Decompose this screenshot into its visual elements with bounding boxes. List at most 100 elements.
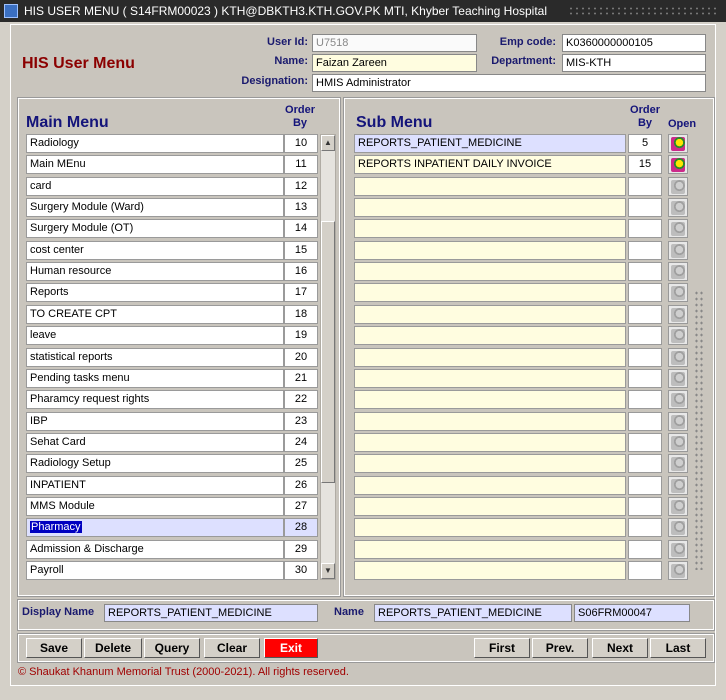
sub-menu-item-order[interactable] — [628, 198, 662, 217]
main-menu-row[interactable]: Radiology Setup 25 — [26, 454, 318, 473]
open-form-button[interactable] — [668, 155, 688, 174]
sub-menu-row[interactable] — [354, 540, 690, 559]
sub-menu-item-label[interactable] — [354, 518, 626, 537]
open-form-button[interactable] — [668, 540, 688, 559]
main-menu-item-label[interactable]: Radiology — [26, 134, 284, 153]
main-menu-item-label[interactable]: IBP — [26, 412, 284, 431]
sub-menu-item-label[interactable] — [354, 433, 626, 452]
main-menu-item-order[interactable]: 14 — [284, 219, 318, 238]
sub-menu-item-order[interactable] — [628, 283, 662, 302]
main-menu-item-order[interactable]: 23 — [284, 412, 318, 431]
department-field[interactable]: MIS-KTH — [562, 54, 706, 72]
main-menu-item-label[interactable]: Human resource — [26, 262, 284, 281]
sub-menu-item-order[interactable] — [628, 433, 662, 452]
sub-menu-item-order[interactable] — [628, 561, 662, 580]
main-menu-row[interactable]: INPATIENT 26 — [26, 476, 318, 495]
open-form-button[interactable] — [668, 177, 688, 196]
main-menu-item-label[interactable]: statistical reports — [26, 348, 284, 367]
sub-menu-item-order[interactable] — [628, 518, 662, 537]
designation-field[interactable]: HMIS Administrator — [312, 74, 706, 92]
sub-menu-item-label[interactable] — [354, 241, 626, 260]
main-menu-item-label[interactable]: Pharamcy request rights — [26, 390, 284, 409]
main-menu-item-label[interactable]: Pending tasks menu — [26, 369, 284, 388]
title-grip[interactable] — [568, 6, 718, 16]
sub-menu-item-order[interactable] — [628, 497, 662, 516]
sub-menu-row[interactable] — [354, 326, 690, 345]
sub-menu-item-label[interactable] — [354, 326, 626, 345]
main-scroll-thumb[interactable] — [321, 221, 335, 483]
sub-menu-item-label[interactable] — [354, 262, 626, 281]
sub-menu-item-order[interactable] — [628, 412, 662, 431]
open-form-button[interactable] — [668, 305, 688, 324]
open-form-button[interactable] — [668, 348, 688, 367]
main-menu-row[interactable]: cost center 15 — [26, 241, 318, 260]
save-button[interactable]: Save — [26, 638, 82, 658]
sub-menu-item-label[interactable] — [354, 283, 626, 302]
open-form-button[interactable] — [668, 412, 688, 431]
open-form-button[interactable] — [668, 476, 688, 495]
main-menu-row[interactable]: Sehat Card 24 — [26, 433, 318, 452]
main-menu-row[interactable]: Pending tasks menu 21 — [26, 369, 318, 388]
sub-menu-item-order[interactable] — [628, 540, 662, 559]
sub-menu-item-label[interactable] — [354, 390, 626, 409]
main-menu-row[interactable]: statistical reports 20 — [26, 348, 318, 367]
open-form-button[interactable] — [668, 369, 688, 388]
sub-menu-item-order[interactable] — [628, 390, 662, 409]
main-menu-item-order[interactable]: 19 — [284, 326, 318, 345]
form-code-field[interactable]: S06FRM00047 — [574, 604, 690, 622]
sub-menu-item-order[interactable]: 15 — [628, 155, 662, 174]
main-menu-item-order[interactable]: 18 — [284, 305, 318, 324]
main-menu-item-label[interactable]: Admission & Discharge — [26, 540, 284, 559]
main-menu-item-label[interactable]: Main MEnu — [26, 155, 284, 174]
main-menu-item-label[interactable]: Payroll — [26, 561, 284, 580]
clear-button[interactable]: Clear — [204, 638, 260, 658]
main-menu-row[interactable]: IBP 23 — [26, 412, 318, 431]
sub-menu-row[interactable] — [354, 497, 690, 516]
main-menu-item-label[interactable]: Sehat Card — [26, 433, 284, 452]
main-menu-row[interactable]: TO CREATE CPT 18 — [26, 305, 318, 324]
main-menu-item-label[interactable]: MMS Module — [26, 497, 284, 516]
sub-menu-item-label[interactable] — [354, 497, 626, 516]
sub-menu-row[interactable] — [354, 518, 690, 537]
main-menu-item-order[interactable]: 29 — [284, 540, 318, 559]
main-menu-row[interactable]: MMS Module 27 — [26, 497, 318, 516]
sub-menu-row[interactable] — [354, 561, 690, 580]
main-menu-item-label[interactable]: cost center — [26, 241, 284, 260]
open-form-button[interactable] — [668, 262, 688, 281]
open-form-button[interactable] — [668, 433, 688, 452]
sub-menu-item-order[interactable] — [628, 262, 662, 281]
main-menu-item-order[interactable]: 15 — [284, 241, 318, 260]
sub-menu-row[interactable] — [354, 262, 690, 281]
main-menu-item-label[interactable]: Pharmacy — [26, 518, 284, 537]
sub-menu-row[interactable]: REPORTS INPATIENT DAILY INVOICE 15 — [354, 155, 690, 174]
main-menu-row[interactable]: Pharamcy request rights 22 — [26, 390, 318, 409]
main-menu-item-order[interactable]: 21 — [284, 369, 318, 388]
main-menu-row[interactable]: Reports 17 — [26, 283, 318, 302]
main-menu-item-label[interactable]: INPATIENT — [26, 476, 284, 495]
user-id-field[interactable]: U7518 — [312, 34, 477, 52]
main-menu-item-order[interactable]: 22 — [284, 390, 318, 409]
main-menu-item-order[interactable]: 30 — [284, 561, 318, 580]
scroll-up-icon[interactable]: ▲ — [321, 135, 335, 151]
sub-menu-row[interactable] — [354, 412, 690, 431]
main-menu-row[interactable]: Human resource 16 — [26, 262, 318, 281]
exit-button[interactable]: Exit — [264, 638, 318, 658]
name-field[interactable]: Faizan Zareen — [312, 54, 477, 72]
main-menu-item-order[interactable]: 11 — [284, 155, 318, 174]
main-menu-row[interactable]: Surgery Module (OT) 14 — [26, 219, 318, 238]
sub-menu-item-label[interactable] — [354, 412, 626, 431]
open-form-button[interactable] — [668, 326, 688, 345]
next-button[interactable]: Next — [592, 638, 648, 658]
sub-name-field[interactable]: REPORTS_PATIENT_MEDICINE — [374, 604, 572, 622]
main-menu-row[interactable]: Pharmacy 28 — [26, 518, 318, 537]
main-menu-row[interactable]: card 12 — [26, 177, 318, 196]
sub-menu-item-order[interactable] — [628, 241, 662, 260]
last-button[interactable]: Last — [650, 638, 706, 658]
sub-menu-row[interactable] — [354, 283, 690, 302]
open-form-button[interactable] — [668, 198, 688, 217]
main-menu-item-order[interactable]: 12 — [284, 177, 318, 196]
main-menu-item-order[interactable]: 20 — [284, 348, 318, 367]
sub-menu-item-label[interactable]: REPORTS_PATIENT_MEDICINE — [354, 134, 626, 153]
sub-menu-row[interactable] — [354, 219, 690, 238]
sub-menu-item-label[interactable] — [354, 369, 626, 388]
